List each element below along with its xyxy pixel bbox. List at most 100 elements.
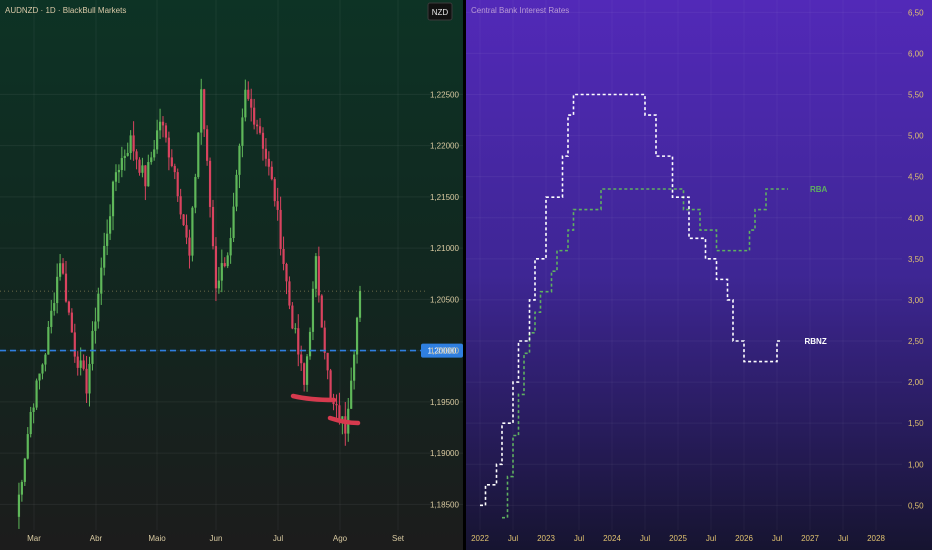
candle-body [208,160,212,207]
left-chart-title: AUDNZD · 1D · BlackBull Markets [5,6,126,15]
candle-body [114,172,118,182]
candle-body [88,363,91,394]
currency-badge-label: NZD [432,8,449,17]
x-tick-label: Jul [640,534,650,543]
candle-body [264,148,268,159]
candle-body [247,89,250,99]
candle-body [26,434,29,459]
x-tick-label: Set [392,534,405,543]
y-tick-label: 1,18500 [430,500,459,509]
candle-body [82,360,85,369]
candle-body [282,248,285,264]
candle-body [29,411,32,435]
y-tick-label: 1,21000 [430,244,459,253]
candle-body [150,157,153,163]
y-tick-label: 2,50 [908,337,924,346]
y-tick-label: 6,50 [908,8,924,17]
candle-body [182,214,185,226]
candle-body [161,121,165,126]
x-tick-label: Jul [574,534,584,543]
candle-body [355,317,359,355]
candle-body [303,363,306,385]
candle-body [147,162,150,187]
candle-body [73,332,76,357]
candle-body [144,165,147,187]
candle-body [176,172,179,197]
candle-body [158,121,162,131]
x-tick-label: Jul [508,534,518,543]
candle-body [232,206,235,239]
candle-body [76,356,79,368]
candle-body [70,312,73,333]
candle-body [323,327,326,353]
y-tick-label: 5,00 [908,132,924,141]
candle-body [120,158,123,170]
x-tick-label: Mar [27,534,41,543]
candle-body [97,293,100,322]
candle-body [261,132,265,149]
candle-body [214,246,218,289]
candle-body [32,407,35,412]
candle-body [91,330,94,364]
x-tick-label: 2022 [471,534,489,543]
y-tick-label: 4,00 [908,214,924,223]
candle-body [329,370,332,399]
candle-body [106,233,109,246]
y-tick-label: 3,00 [908,296,924,305]
right-chart-title: Central Bank Interest Rates [471,6,569,15]
chart-layout: 1,20000 Mar Abr Maio Jun Jul Ago Set 1,18500 1,1… [0,0,932,550]
candle-body [358,291,362,318]
candle-body [132,135,135,152]
candle-body [250,98,253,108]
currency-badge[interactable]: NZD [427,2,453,21]
candle-body [200,89,203,133]
x-tick-label: 2026 [735,534,753,543]
candle-body [311,288,315,332]
candle-body [108,216,112,234]
x-tick-label: Abr [90,534,103,543]
candle-body [335,404,338,406]
x-tick-label: Jul [772,534,782,543]
candle-body [314,256,317,289]
candle-body [344,416,347,434]
candle-body [217,280,220,289]
y-tick-label: 2,00 [908,378,924,387]
panel-divider [463,0,466,550]
candle-body [100,267,103,294]
right-panel-background [466,0,932,550]
y-tick-label: 3,50 [908,255,924,264]
candle-body [317,256,320,296]
candle-body [44,354,47,365]
y-tick-label: 1,20000 [430,347,459,356]
candle-body [50,310,53,327]
candle-body [59,263,62,277]
candle-body [223,263,226,267]
candle-body [103,245,106,268]
candle-body [67,301,71,313]
candle-body [273,179,276,202]
candle-body [197,132,200,177]
candle-body [226,255,229,267]
candle-body [47,326,50,355]
candle-body [167,137,170,158]
candle-body [156,130,159,150]
candle-body [308,331,312,357]
candle-body [56,276,59,304]
y-tick-label: 1,00 [908,460,924,469]
candle-body [41,364,44,374]
candle-body [350,380,353,409]
candle-body [141,165,144,173]
candle-body [38,373,41,381]
candle-body [153,149,156,158]
x-tick-label: Maio [148,534,166,543]
candle-body [138,159,141,173]
chart-canvas: 1,20000 Mar Abr Maio Jun Jul Ago Set 1,18500 1,1… [0,0,932,550]
candle-body [320,295,323,328]
x-tick-label: 2027 [801,534,819,543]
candle-body [288,281,291,306]
candle-body [126,152,129,156]
candle-body [276,201,279,210]
candle-body [206,129,209,161]
candle-body [179,196,182,215]
candle-body [253,107,256,125]
